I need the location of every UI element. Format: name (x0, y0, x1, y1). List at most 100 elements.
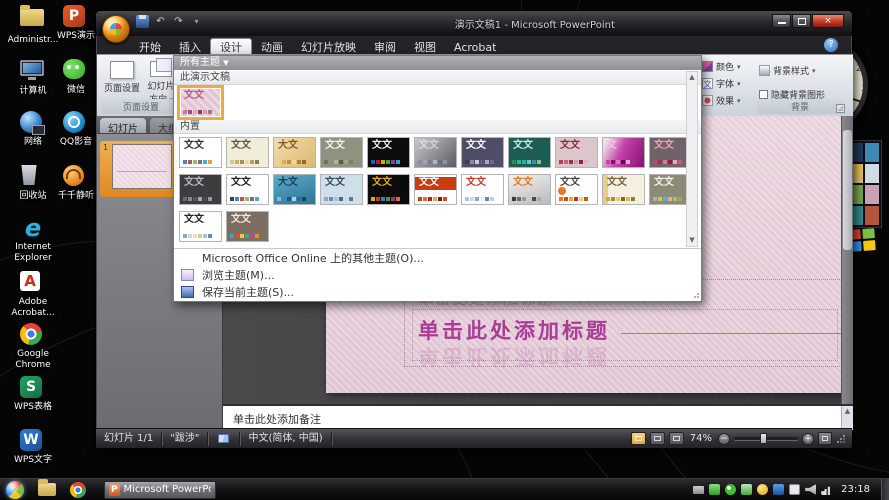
gallery-menu-item[interactable]: 保存当前主题(S)... (174, 284, 701, 301)
slideshow-view-button[interactable] (668, 432, 684, 445)
strip-color (386, 197, 390, 201)
gallery-scrollbar[interactable]: ▲ ▼ (686, 71, 698, 247)
background-styles-button[interactable]: 背景样式 ▾ (759, 64, 816, 77)
desktop-icon-internet-explorer[interactable]: e Internet Explorer (2, 216, 64, 264)
zoom-slider-thumb[interactable] (760, 433, 767, 444)
help-button[interactable]: ? (824, 38, 838, 52)
themes-gallery-header[interactable]: 所有主题 ▼ (174, 56, 701, 70)
scroll-down-icon[interactable]: ▼ (687, 235, 697, 246)
theme-thumbnail[interactable]: 文文 (179, 137, 222, 168)
theme-thumbnail-text: 大文 (278, 140, 298, 151)
zoom-in-button[interactable]: + (802, 432, 814, 445)
notes-scrollbar[interactable]: ▲ (841, 406, 853, 430)
theme-thumbnail[interactable]: 文文 (461, 174, 504, 205)
desktop-icon-google-chrome[interactable]: Google Chrome (2, 322, 64, 371)
redo-icon[interactable]: ↷ (172, 15, 185, 28)
minimize-button[interactable] (772, 14, 791, 28)
theme-fonts-button[interactable]: 文 字体 ▾ (702, 77, 741, 90)
theme-thumbnail[interactable]: 文文 (555, 174, 598, 205)
ime-tray-icon[interactable] (789, 484, 801, 495)
window-resize-grip[interactable] (836, 433, 846, 444)
background-dialog-launcher[interactable]: ◿ (836, 104, 845, 113)
strip-color (381, 197, 385, 201)
close-button[interactable]: × (812, 14, 844, 28)
page-setup-button[interactable]: 页面设置 (103, 61, 141, 94)
theme-thumbnail[interactable]: 文文 (367, 137, 410, 168)
strip-color (193, 160, 197, 164)
explorer-taskbar-icon[interactable] (38, 479, 56, 496)
theme-thumbnail[interactable]: 文文 (320, 137, 363, 168)
slide-title-placeholder[interactable]: 单击此处添加标题 (418, 315, 610, 345)
theme-thumbnail[interactable]: 文文 (414, 137, 457, 168)
slide-thumbnail-image (112, 144, 172, 189)
theme-thumbnail[interactable]: 文文 (226, 174, 269, 205)
phone-tray-icon[interactable] (709, 484, 721, 495)
spelling-status[interactable] (208, 431, 241, 446)
desktop-icon-wps-writer[interactable]: W WPS文字 (2, 428, 64, 466)
usb-tray-icon[interactable] (741, 484, 753, 495)
volume-tray-icon[interactable] (805, 484, 817, 495)
theme-thumbnail[interactable]: 文文 (179, 174, 222, 205)
show-desktop-button[interactable] (881, 478, 889, 500)
strip-color (485, 160, 489, 164)
current-theme-thumbnail[interactable]: 文文 (177, 85, 224, 120)
theme-thumbnail[interactable]: 文文 (226, 137, 269, 168)
slide-sorter-view-button[interactable] (649, 432, 665, 445)
network-tray-icon[interactable] (821, 484, 833, 495)
minimize-icon (777, 22, 786, 24)
strip-color (574, 197, 578, 201)
theme-thumbnail[interactable]: 文文 (602, 174, 645, 205)
office-button[interactable] (102, 15, 130, 43)
theme-thumbnail[interactable]: 文文 (508, 137, 551, 168)
tab-slides[interactable]: 幻灯片 (100, 118, 146, 135)
desktop-icon-adobe-acrobat[interactable]: A Adobe Acrobat... (2, 269, 64, 319)
photo-tile (864, 185, 879, 204)
theme-thumbnail[interactable]: 文文 (367, 174, 410, 205)
gallery-menu-item[interactable]: 浏览主题(M)... (174, 267, 701, 284)
theme-thumbnail[interactable]: 大文 (273, 174, 316, 205)
theme-thumbnail[interactable]: 大文 (273, 137, 316, 168)
tray-icons (693, 484, 833, 495)
desktop-icon-wps-spreadsheets[interactable]: S WPS表格 (2, 375, 64, 413)
scrollbar-thumb[interactable] (843, 130, 852, 250)
theme-thumbnail[interactable]: 文文 (226, 211, 269, 242)
language-status[interactable]: 中文(简体, 中国) (240, 431, 332, 446)
theme-thumbnail[interactable]: 文文 (461, 137, 504, 168)
zoom-percent[interactable]: 74% (690, 433, 712, 444)
theme-thumbnail[interactable]: 文文 (414, 174, 457, 205)
slide-thumbnail-selected[interactable]: 1 (100, 141, 176, 197)
theme-effects-button[interactable]: 效果 ▾ (702, 94, 741, 107)
dropdown-caret-icon: ▾ (737, 79, 741, 88)
keyboard-tray-icon[interactable] (693, 485, 705, 494)
theme-thumbnail[interactable]: 文文 (320, 174, 363, 205)
powerpoint-task-button[interactable]: P Microsoft PowerPo... (104, 480, 216, 499)
qat-dropdown-icon[interactable]: ▾ (190, 15, 203, 28)
normal-view-button[interactable] (630, 432, 646, 445)
zoom-out-button[interactable]: − (718, 432, 730, 445)
scroll-up-icon[interactable]: ▲ (687, 72, 697, 83)
photo-tile (864, 164, 879, 183)
bluetooth-tray-icon[interactable] (773, 484, 785, 495)
notes-panel[interactable]: 单击此处添加备注 ▲ (223, 404, 853, 430)
vertical-scrollbar[interactable] (841, 116, 853, 404)
gallery-resize-grip[interactable] (691, 291, 700, 300)
theme-thumbnail[interactable]: 文文 (179, 211, 222, 242)
theme-thumbnail[interactable]: 文文 (555, 137, 598, 168)
wechat-tray-icon[interactable] (725, 484, 737, 495)
chrome-taskbar-icon[interactable] (70, 481, 86, 498)
maximize-button[interactable] (792, 14, 811, 28)
fit-to-window-button[interactable] (818, 432, 832, 445)
start-button[interactable] (6, 480, 24, 499)
theme-colors-button[interactable]: 颜色 ▾ (702, 60, 741, 73)
theme-thumbnail[interactable]: 文文 (508, 174, 551, 205)
undo-icon[interactable]: ↶ (154, 15, 167, 28)
gallery-menu-item[interactable]: Microsoft Office Online 上的其他主题(O)... (174, 250, 701, 267)
save-icon[interactable] (136, 15, 149, 28)
ttplayer-tray-icon[interactable] (757, 484, 769, 495)
title-bar[interactable]: 演示文稿1 - Microsoft PowerPoint × (96, 11, 852, 36)
notes-placeholder[interactable]: 单击此处添加备注 (233, 411, 321, 427)
zoom-slider-track[interactable] (734, 433, 798, 444)
theme-thumbnail[interactable]: 文 (602, 137, 645, 168)
strip-color (230, 234, 234, 238)
taskbar-clock[interactable]: 23:18 (841, 484, 870, 495)
